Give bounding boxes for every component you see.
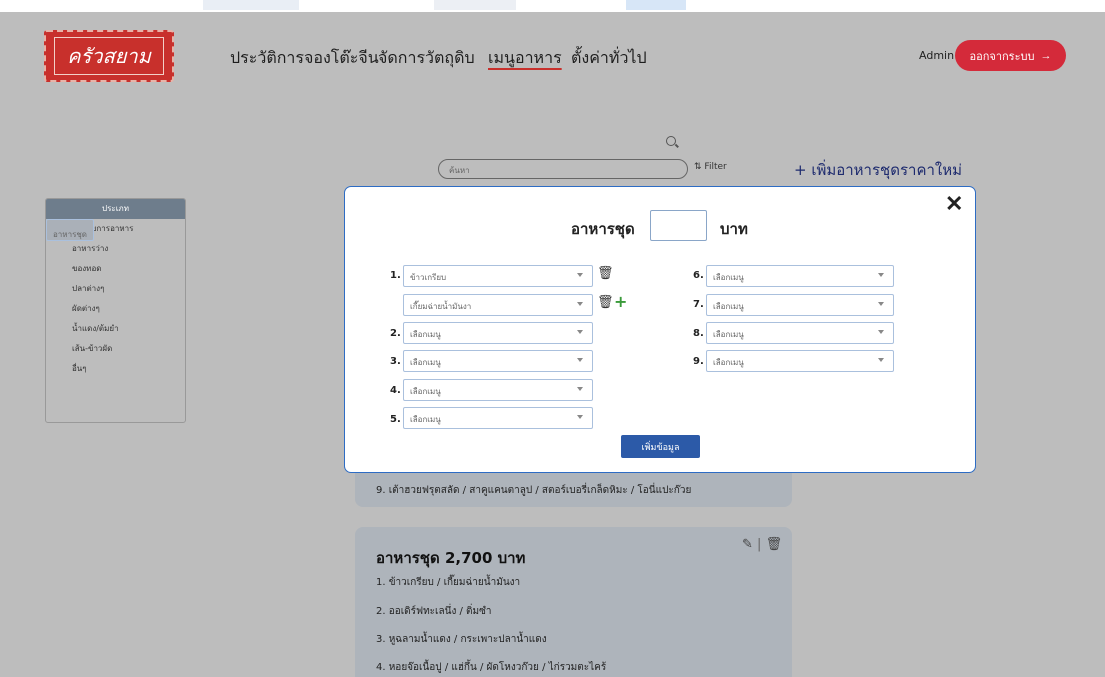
- item-number: 1.: [390, 270, 401, 281]
- sidebar-header: ประเภท: [46, 199, 185, 219]
- strip-decoration: [626, 0, 686, 10]
- sidebar-item-noodles-rice[interactable]: เส้น-ข้าวผัด: [46, 339, 185, 359]
- nav-reservation-history[interactable]: ประวัติการจองโต๊ะจีน: [230, 46, 379, 71]
- menu-select-value: เลือกเมนู: [713, 330, 744, 339]
- logo-text: ครัวสยาม: [54, 37, 164, 75]
- logout-label: ออกจากระบบ: [969, 50, 1035, 63]
- chevron-down-icon: [577, 302, 583, 306]
- menu-select[interactable]: เกี๊ยมฉ่ายน้ำมันงา: [403, 294, 593, 316]
- arrow-right-icon: →: [1040, 49, 1052, 62]
- menu-select-value: เลือกเมนู: [713, 273, 744, 282]
- sort-icon: ⇅: [694, 162, 702, 172]
- menu-select-value: เลือกเมนู: [410, 358, 441, 367]
- item-number: 3.: [390, 356, 401, 367]
- menu-select[interactable]: เลือกเมนู: [706, 265, 894, 287]
- item-number: 4.: [390, 385, 401, 396]
- sidebar-item-others[interactable]: อื่นๆ: [46, 359, 185, 379]
- add-set-menu-button[interactable]: + เพิ่มอาหารชุดราคาใหม่: [794, 158, 962, 182]
- sidebar-item-fish[interactable]: ปลาต่างๆ: [46, 279, 185, 299]
- menu-select-value: เกี๊ยมฉ่ายน้ำมันงา: [410, 302, 472, 311]
- menu-select[interactable]: เลือกเมนู: [403, 322, 593, 344]
- menu-select[interactable]: เลือกเมนู: [403, 379, 593, 401]
- menu-select-value: เลือกเมนู: [713, 302, 744, 311]
- strip-decoration: [434, 0, 516, 10]
- nav-manage-ingredients[interactable]: จัดการวัตถุดิบ: [378, 46, 475, 71]
- item-number: 9.: [693, 356, 704, 367]
- divider: |: [757, 537, 762, 552]
- nav-menu[interactable]: เมนูอาหาร: [488, 46, 562, 71]
- top-strip: [0, 0, 1105, 12]
- menu-select[interactable]: เลือกเมนู: [403, 350, 593, 372]
- chevron-down-icon: [577, 387, 583, 391]
- trash-icon[interactable]: 🗑: [597, 295, 614, 310]
- logout-button[interactable]: ออกจากระบบ →: [955, 40, 1066, 71]
- plus-icon[interactable]: +: [614, 292, 627, 311]
- search-placeholder: ค้นหา: [449, 166, 470, 175]
- strip-decoration: [203, 0, 299, 10]
- card-line: 1. ข้าวเกรียบ / เกี๊ยมฉ่ายน้ำมันงา: [376, 577, 521, 588]
- menu-select[interactable]: เลือกเมนู: [403, 407, 593, 429]
- item-number: 2.: [390, 328, 401, 339]
- menu-select[interactable]: เลือกเมนู: [706, 350, 894, 372]
- price-input[interactable]: [650, 210, 707, 241]
- trash-icon[interactable]: 🗑: [597, 266, 614, 281]
- menu-select-value: ข้าวเกรียบ: [410, 273, 447, 282]
- sidebar-item-soup[interactable]: น้ำแดง/ต้มยำ: [46, 319, 185, 339]
- chevron-down-icon: [577, 330, 583, 334]
- card-actions: ✎ | 🗑: [742, 537, 782, 552]
- chevron-down-icon: [577, 358, 583, 362]
- chevron-down-icon: [577, 273, 583, 277]
- chevron-down-icon: [878, 330, 884, 334]
- chevron-down-icon: [577, 415, 583, 419]
- close-icon[interactable]: ✕: [945, 191, 963, 217]
- category-sidebar: ประเภท อาหารชุด ประเภทรายการอาหาร อาหารว…: [45, 198, 186, 423]
- menu-select[interactable]: เลือกเมนู: [706, 322, 894, 344]
- filter-button[interactable]: ⇅ Filter: [694, 162, 727, 172]
- nav-settings[interactable]: ตั้งค่าทั่วไป: [571, 46, 647, 71]
- brand-logo[interactable]: ครัวสยาม: [44, 30, 174, 82]
- edit-icon[interactable]: ✎: [742, 537, 753, 552]
- item-number: 6.: [693, 270, 704, 281]
- item-number: 5.: [390, 414, 401, 425]
- trash-icon[interactable]: 🗑: [766, 537, 783, 552]
- search-input[interactable]: ค้นหา: [438, 159, 688, 179]
- add-set-menu-modal: ✕ อาหารชุด บาท 1. ข้าวเกรียบ 🗑 เกี๊ยมฉ่า…: [344, 186, 976, 473]
- sidebar-item-stir-fry[interactable]: ผัดต่างๆ: [46, 299, 185, 319]
- menu-select-value: เลือกเมนู: [713, 358, 744, 367]
- menu-select[interactable]: ข้าวเกรียบ: [403, 265, 593, 287]
- chevron-down-icon: [878, 302, 884, 306]
- menu-select[interactable]: เลือกเมนู: [706, 294, 894, 316]
- menu-select-value: เลือกเมนู: [410, 330, 441, 339]
- card-prev-line-9: 9. เต้าฮวยฟรุตสลัด / สาคูแคนตาลูป / สตอร…: [376, 485, 692, 496]
- admin-label: Admin: [919, 49, 955, 62]
- chevron-down-icon: [878, 358, 884, 362]
- menu-select-value: เลือกเมนู: [410, 415, 441, 424]
- modal-title: อาหารชุด: [571, 220, 635, 238]
- item-number: 8.: [693, 328, 704, 339]
- sidebar-item-fried[interactable]: ของทอด: [46, 259, 185, 279]
- add-data-button[interactable]: เพิ่มข้อมูล: [621, 435, 700, 458]
- card-line: 2. ออเดิร์ฟทะเลนึ่ง / ติ่มซำ: [376, 606, 492, 617]
- modal-unit: บาท: [720, 220, 748, 238]
- item-number: 7.: [693, 299, 704, 310]
- card-line: 3. หูฉลามน้ำแดง / กระเพาะปลาน้ำแดง: [376, 634, 547, 645]
- card-line: 4. หอยจ๊อเนื้อปู / แฮ่กึ้น / ผัดโหงวก๊วย…: [376, 662, 607, 673]
- sidebar-item-set-menu[interactable]: อาหารชุด: [46, 219, 94, 241]
- card-title: อาหารชุด 2,700 บาท: [376, 549, 526, 567]
- filter-label: Filter: [704, 162, 727, 172]
- chevron-down-icon: [878, 273, 884, 277]
- search-icon[interactable]: [666, 136, 676, 146]
- menu-select-value: เลือกเมนู: [410, 387, 441, 396]
